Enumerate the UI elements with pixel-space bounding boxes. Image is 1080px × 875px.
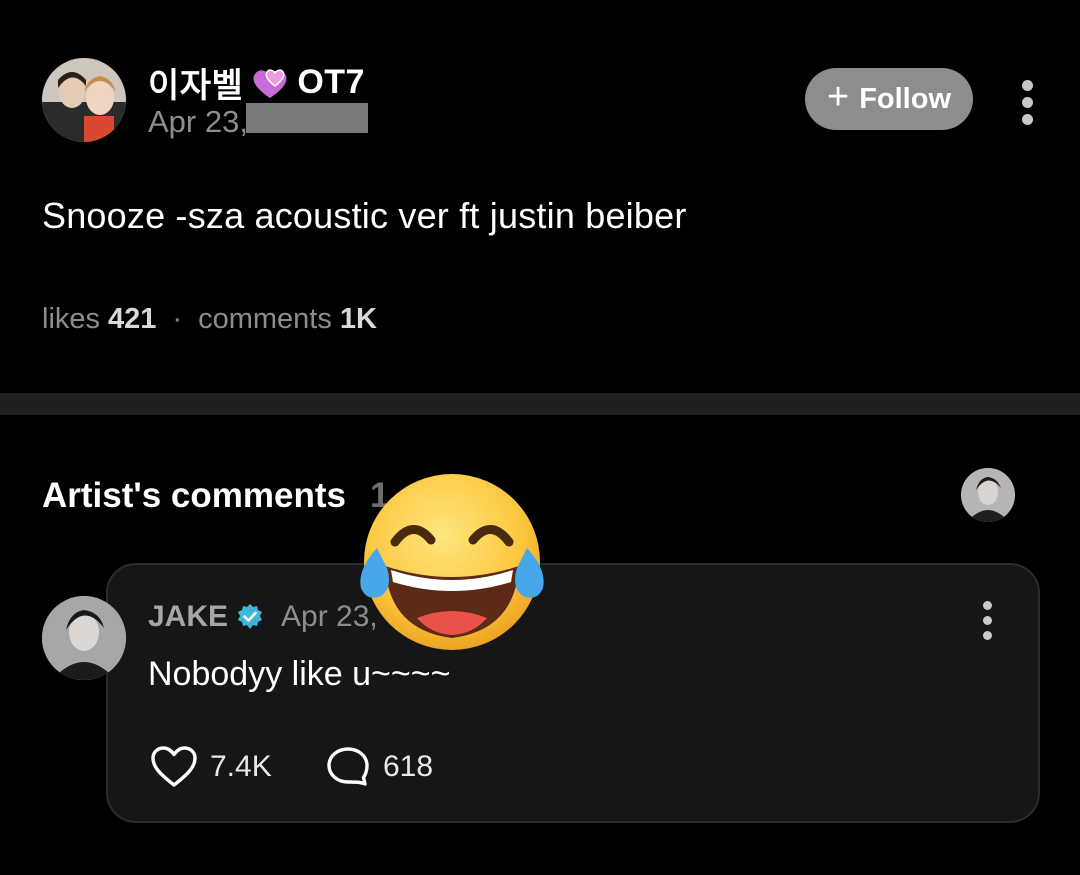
heart-outline-icon: [151, 746, 197, 787]
speech-bubble-icon: [327, 747, 369, 786]
comment-author[interactable]: JAKE: [148, 600, 264, 634]
likes-label: likes: [42, 303, 101, 335]
follow-label: Follow: [859, 82, 952, 115]
post-date: Apr 23,: [148, 104, 248, 139]
comment-text: Nobodyy like u~~~~: [148, 655, 451, 693]
verified-badge-icon: [236, 603, 264, 631]
comment-more-icon[interactable]: [980, 601, 994, 640]
username-suffix: OT7: [297, 63, 365, 101]
comments-count[interactable]: 1K: [340, 303, 377, 336]
two-hearts-icon: [249, 66, 291, 100]
reply-button[interactable]: 618: [325, 745, 433, 789]
post-stats: likes 421 · comments 1K: [42, 303, 377, 336]
likes-count[interactable]: 421: [108, 303, 156, 336]
comments-label: comments: [198, 303, 332, 335]
tears-of-joy-emoji: [355, 470, 550, 655]
like-count: 7.4K: [210, 750, 272, 783]
stats-separator: ·: [172, 303, 183, 335]
comment-author-avatar[interactable]: [42, 596, 126, 680]
reply-count: 618: [383, 750, 434, 783]
follow-button[interactable]: + Follow: [805, 68, 973, 130]
post-page: 이자벨 OT7 Apr 23, + Follow Snooze -sza aco…: [0, 0, 1080, 875]
plus-icon: +: [826, 76, 850, 118]
post-text: Snooze -sza acoustic ver ft justin beibe…: [42, 195, 687, 236]
user-avatar[interactable]: [42, 58, 126, 142]
redacted-time: [246, 103, 368, 133]
more-vertical-icon[interactable]: [1020, 80, 1034, 125]
like-button[interactable]: 7.4K: [150, 745, 272, 789]
artist-comments-title: Artist's comments: [42, 476, 346, 515]
artist-avatar[interactable]: [961, 468, 1015, 522]
username[interactable]: 이자벨: [148, 58, 243, 107]
username-row[interactable]: 이자벨 OT7: [148, 58, 365, 107]
comment-author-name[interactable]: JAKE: [148, 600, 228, 634]
section-divider: [0, 393, 1080, 415]
